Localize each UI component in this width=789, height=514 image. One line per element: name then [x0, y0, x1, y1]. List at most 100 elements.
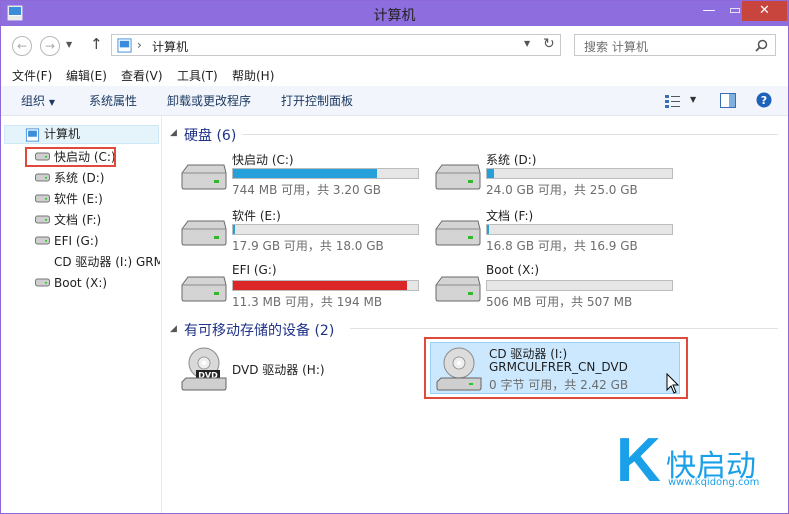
capacity-bar [232, 168, 419, 179]
drive-label: 系统 (D:) [486, 153, 537, 167]
group-divider [350, 328, 778, 329]
system-properties-button[interactable]: 系统属性 [89, 92, 137, 109]
drive-space: 17.9 GB 可用，共 18.0 GB [232, 239, 384, 253]
drive-e[interactable]: 软件 (E:) 17.9 GB 可用，共 18.0 GB [180, 207, 420, 257]
arrow-right-icon: → [44, 39, 56, 53]
nav-drive-i[interactable]: CD 驱动器 (I:) GRM [54, 253, 160, 271]
hard-drive-icon [181, 276, 227, 302]
search-placeholder: 搜索 计算机 [584, 40, 648, 54]
drive-f[interactable]: 文档 (F:) 16.8 GB 可用，共 16.9 GB [434, 207, 674, 257]
close-button[interactable]: ✕ [742, 1, 787, 21]
back-button[interactable]: ← [12, 36, 32, 56]
hard-drive-icon [181, 164, 227, 190]
capacity-bar [486, 168, 673, 179]
dvd-drive-h[interactable]: DVD DVD 驱动器 (H:) [180, 346, 420, 396]
preview-pane-icon[interactable] [720, 93, 736, 108]
capacity-fill [233, 169, 378, 178]
drive-d[interactable]: 系统 (D:) 24.0 GB 可用，共 25.0 GB [434, 151, 674, 201]
drive-space: 11.3 MB 可用，共 194 MB [232, 295, 383, 309]
search-box[interactable]: 搜索 计算机 [574, 34, 776, 56]
nav-drive-label: 文档 (F:) [54, 213, 102, 227]
breadcrumb-separator-icon[interactable]: › [137, 38, 142, 52]
logo-url: www.kqidong.com [668, 477, 760, 488]
title-bar[interactable]: 计算机 — ▭ ✕ [1, 1, 788, 26]
logo-letter: K [616, 426, 661, 495]
arrow-left-icon: ← [16, 39, 28, 53]
annotation-highlight-c [25, 147, 116, 167]
nav-drive-d[interactable]: 系统 (D:) [35, 169, 105, 187]
menu-tools[interactable]: 工具(T) [177, 67, 218, 84]
computer-icon [25, 128, 40, 142]
hard-drive-icon [35, 173, 50, 182]
nav-computer[interactable]: 计算机 [25, 125, 80, 143]
collapse-chevron-icon[interactable]: ◢ [170, 128, 177, 138]
recent-locations-chevron-icon[interactable]: ▼ [66, 40, 72, 49]
hard-drive-icon [35, 194, 50, 203]
refresh-icon[interactable]: ↻ [543, 36, 555, 52]
hard-drive-icon [35, 278, 50, 287]
uninstall-program-button[interactable]: 卸载或更改程序 [167, 92, 251, 109]
annotation-highlight-cd [424, 337, 688, 399]
up-button[interactable]: ↑ [90, 35, 103, 53]
hard-drive-icon [435, 220, 481, 246]
forward-button[interactable]: → [40, 36, 60, 56]
capacity-fill [233, 225, 235, 234]
address-dropdown-icon[interactable]: ▼ [524, 39, 530, 48]
drive-g[interactable]: EFI (G:) 11.3 MB 可用，共 194 MB [180, 263, 420, 313]
collapse-chevron-icon[interactable]: ◢ [170, 324, 177, 334]
drive-label: EFI (G:) [232, 263, 277, 277]
svg-text:?: ? [761, 94, 767, 107]
drive-c[interactable]: 快启动 (C:) 744 MB 可用，共 3.20 GB [180, 151, 420, 201]
nav-drive-f[interactable]: 文档 (F:) [35, 211, 102, 229]
arrow-up-icon: ↑ [90, 35, 103, 53]
address-bar[interactable]: › 计算机 ▼ ↻ [111, 34, 561, 56]
menu-bar: 文件(F) 编辑(E) 查看(V) 工具(T) 帮助(H) [1, 64, 788, 86]
nav-drive-g[interactable]: EFI (G:) [35, 232, 99, 250]
command-bar: 组织 ▼ 系统属性 卸载或更改程序 打开控制面板 ▼ ? [1, 86, 788, 116]
capacity-bar [232, 280, 419, 291]
search-icon[interactable] [755, 39, 768, 52]
hard-drive-icon [435, 276, 481, 302]
group-divider [242, 134, 778, 135]
capacity-fill [233, 281, 407, 290]
hard-drive-icon [435, 164, 481, 190]
drive-x[interactable]: Boot (X:) 506 MB 可用，共 507 MB [434, 263, 674, 313]
drive-space: 16.8 GB 可用，共 16.9 GB [486, 239, 638, 253]
address-row: ← → ▼ ↑ › 计算机 ▼ ↻ 搜索 计算机 [1, 26, 788, 64]
group-hard-disks[interactable]: 硬盘 (6) [184, 125, 236, 145]
menu-view[interactable]: 查看(V) [121, 67, 163, 84]
help-icon[interactable]: ? [756, 92, 772, 108]
hard-drive-icon [35, 215, 50, 224]
view-options-chevron-icon[interactable]: ▼ [690, 95, 696, 104]
capacity-bar [232, 224, 419, 235]
menu-edit[interactable]: 编辑(E) [66, 67, 107, 84]
explorer-window: 计算机 — ▭ ✕ ← → ▼ ↑ › 计算机 ▼ ↻ 搜索 计算机 文件(F) [0, 0, 789, 514]
breadcrumb-computer[interactable]: 计算机 [152, 38, 188, 55]
capacity-fill [487, 169, 495, 178]
nav-drive-label: CD 驱动器 (I:) GRM [54, 255, 160, 269]
mouse-cursor-icon [666, 373, 680, 394]
drive-label: DVD 驱动器 (H:) [232, 363, 325, 377]
drive-space: 506 MB 可用，共 507 MB [486, 295, 633, 309]
menu-file[interactable]: 文件(F) [12, 67, 52, 84]
group-removable[interactable]: 有可移动存储的设备 (2) [184, 320, 334, 340]
organize-label: 组织 [21, 94, 46, 108]
nav-drive-label: 软件 (E:) [54, 192, 103, 206]
hard-drive-icon [181, 220, 227, 246]
nav-drive-e[interactable]: 软件 (E:) [35, 190, 103, 208]
change-view-icon[interactable] [665, 94, 681, 108]
drive-space: 744 MB 可用，共 3.20 GB [232, 183, 381, 197]
organize-button[interactable]: 组织 ▼ [21, 92, 55, 109]
menu-help[interactable]: 帮助(H) [232, 67, 274, 84]
nav-drive-x[interactable]: Boot (X:) [35, 274, 108, 292]
minimize-button[interactable]: — [696, 1, 722, 21]
drive-space: 24.0 GB 可用，共 25.0 GB [486, 183, 638, 197]
nav-drive-label: Boot (X:) [54, 276, 108, 290]
capacity-fill [487, 225, 489, 234]
kuaiqidong-logo: K 快启动 www.kqidong.com [616, 426, 786, 495]
hard-drive-icon [35, 236, 50, 245]
drive-label: Boot (X:) [486, 263, 540, 277]
open-control-panel-button[interactable]: 打开控制面板 [281, 92, 353, 109]
nav-drive-label: 系统 (D:) [54, 171, 105, 185]
drive-label: 文档 (F:) [486, 209, 534, 223]
